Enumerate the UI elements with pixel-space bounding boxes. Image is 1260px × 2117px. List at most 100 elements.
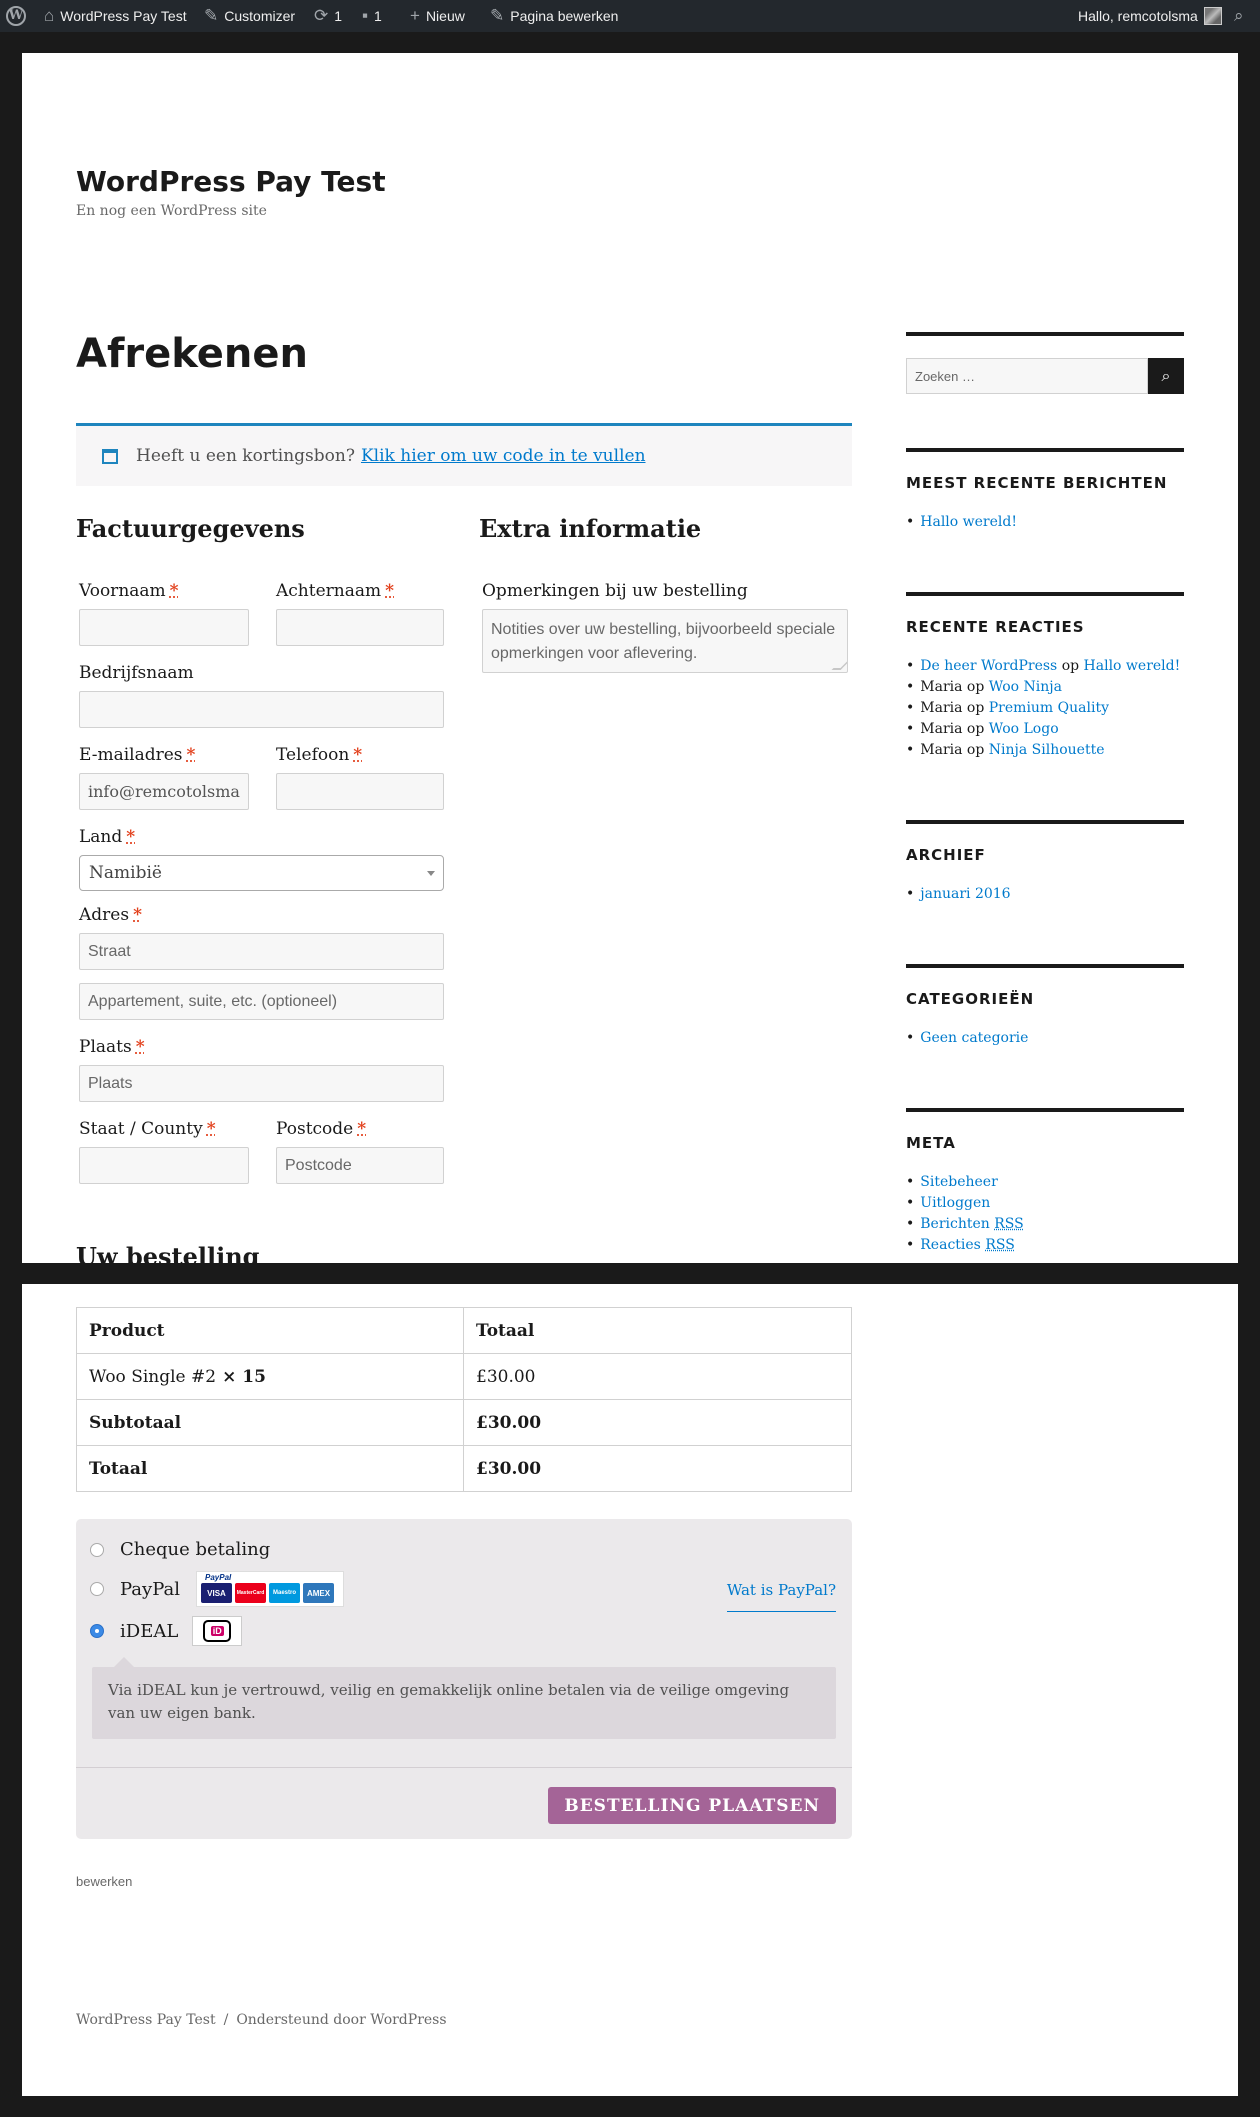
widget-title: META: [906, 1134, 956, 1152]
radio-paypal[interactable]: [90, 1582, 104, 1596]
email-field[interactable]: info@remcotolsma: [79, 773, 249, 810]
payment-methods: Cheque betaling PayPal PayPal VISA Maste…: [76, 1519, 852, 1839]
first-name-input[interactable]: [79, 609, 249, 646]
radio-cheque[interactable]: [90, 1542, 104, 1557]
country-label: Land *: [79, 827, 136, 847]
last-name-label: Achternaam *: [276, 581, 394, 601]
meta-link-comments-rss[interactable]: Reacties RSS: [920, 1237, 1015, 1253]
state-label: Staat / County *: [79, 1119, 216, 1139]
widget-title: RECENTE REACTIES: [906, 618, 1085, 636]
widget-title: MEEST RECENTE BERICHTEN: [906, 474, 1168, 492]
admin-bar: W ⌂ WordPress Pay Test ✎ Customizer ⟳ 1 …: [0, 0, 1260, 32]
table-row: Totaal £30.00: [76, 1445, 852, 1492]
meta-link-uitloggen[interactable]: Uitloggen: [920, 1195, 990, 1211]
admin-bar-updates[interactable]: ⟳ 1: [314, 0, 342, 32]
updates-icon: ⟳: [314, 6, 329, 25]
postcode-input[interactable]: Postcode: [276, 1147, 444, 1184]
list-item: Hallo wereld!: [906, 512, 1184, 533]
recent-comments-widget: RECENTE REACTIES De heer WordPress op Ha…: [906, 592, 1184, 761]
table-row: Woo Single #2 × 15 £30.00: [76, 1353, 852, 1400]
chevron-down-icon: [427, 871, 435, 876]
company-label: Bedrijfsnaam: [79, 663, 194, 683]
company-input[interactable]: [79, 691, 444, 728]
coupon-text: Heeft u een kortingsbon?: [136, 446, 355, 466]
paintbrush-icon: ✎: [204, 6, 219, 25]
comment-post-link[interactable]: Ninja Silhouette: [989, 742, 1105, 758]
extra-info-heading: Extra informatie: [479, 514, 702, 543]
wordpress-logo-menu[interactable]: W: [6, 0, 26, 32]
order-review-table: Product Totaal Woo Single #2 × 15 £30.00 …: [76, 1307, 852, 1492]
phone-label: Telefoon *: [276, 745, 363, 765]
page-panel-bottom: Product Totaal Woo Single #2 × 15 £30.00 …: [22, 1284, 1238, 2096]
email-label: E-mailadres *: [79, 745, 196, 765]
address-1-input[interactable]: Straat: [79, 933, 444, 970]
list-item: Uitloggen: [906, 1193, 1184, 1214]
wordpress-icon: W: [6, 6, 26, 26]
admin-bar-customizer[interactable]: ✎ Customizer: [204, 0, 295, 32]
site-title[interactable]: WordPress Pay Test: [76, 165, 386, 198]
column-header-total: Totaal: [463, 1307, 852, 1354]
meta-link-sitebeheer[interactable]: Sitebeheer: [920, 1174, 998, 1190]
comment-post-link[interactable]: Woo Ninja: [989, 679, 1062, 695]
search-input[interactable]: Zoeken …: [906, 358, 1148, 394]
list-item: Reacties RSS: [906, 1235, 1184, 1256]
footer-site-link[interactable]: WordPress Pay Test: [76, 2012, 216, 2028]
comment-post-link[interactable]: Hallo wereld!: [1084, 658, 1181, 674]
admin-bar-new[interactable]: + Nieuw: [410, 0, 465, 32]
coupon-link[interactable]: Klik hier om uw code in te vullen: [361, 446, 646, 466]
list-item: Maria op Ninja Silhouette: [906, 740, 1184, 761]
payment-option-cheque[interactable]: Cheque betaling: [90, 1539, 270, 1560]
comment-author-link[interactable]: De heer WordPress: [920, 658, 1057, 674]
footer-powered-link[interactable]: Ondersteund door WordPress: [236, 2012, 446, 2028]
comment-icon: ▪: [362, 6, 369, 25]
order-notes-textarea[interactable]: Notities over uw bestelling, bijvoorbeel…: [482, 609, 848, 673]
search-widget: [906, 332, 1184, 336]
recent-post-link[interactable]: Hallo wereld!: [920, 514, 1017, 530]
meta-link-posts-rss[interactable]: Berichten RSS: [920, 1216, 1023, 1232]
categories-widget: CATEGORIEËN Geen categorie: [906, 964, 1184, 1049]
search-form: Zoeken … ⌕: [906, 358, 1184, 394]
country-select[interactable]: Namibië: [79, 855, 444, 891]
total-value: £30.00: [463, 1445, 852, 1492]
comment-post-link[interactable]: Premium Quality: [989, 700, 1109, 716]
list-item: januari 2016: [906, 884, 1184, 905]
admin-bar-site-name[interactable]: ⌂ WordPress Pay Test: [44, 0, 187, 32]
plus-icon: +: [410, 6, 420, 25]
admin-bar-comments[interactable]: ▪ 1: [362, 0, 382, 32]
billing-heading: Factuurgegevens: [76, 514, 305, 543]
widget-title: CATEGORIEËN: [906, 990, 1035, 1008]
line-total-cell: £30.00: [463, 1353, 852, 1400]
meta-widget: META Sitebeheer Uitloggen Berichten RSS …: [906, 1108, 1184, 1256]
order-heading: Uw bestelling: [76, 1242, 260, 1263]
recent-posts-widget: MEEST RECENTE BERICHTEN Hallo wereld!: [906, 448, 1184, 533]
search-icon: ⌕: [1234, 6, 1244, 25]
resize-handle-icon[interactable]: [831, 661, 847, 670]
radio-ideal[interactable]: [90, 1624, 104, 1638]
list-item: Maria op Premium Quality: [906, 698, 1184, 719]
list-item: Sitebeheer: [906, 1172, 1184, 1193]
calendar-icon: [102, 448, 118, 464]
paypal-cards-icon: PayPal VISA MasterCard Maestro AMEX: [196, 1571, 344, 1607]
address-2-input[interactable]: Appartement, suite, etc. (optioneel): [79, 983, 444, 1020]
payment-option-ideal[interactable]: iDEAL iD: [90, 1616, 243, 1646]
admin-bar-account[interactable]: Hallo, remcotolsma: [1078, 0, 1222, 32]
what-is-paypal-link[interactable]: Wat is PayPal?: [726, 1581, 836, 1612]
category-link[interactable]: Geen categorie: [920, 1030, 1028, 1046]
edit-link[interactable]: bewerken: [76, 1874, 132, 1889]
admin-bar-search[interactable]: ⌕: [1234, 0, 1244, 32]
archive-link[interactable]: januari 2016: [920, 886, 1010, 902]
ideal-logo-icon: iD: [192, 1616, 243, 1646]
city-input[interactable]: Plaats: [79, 1065, 444, 1102]
state-input[interactable]: [79, 1147, 249, 1184]
place-order-button[interactable]: BESTELLING PLAATSEN: [548, 1787, 836, 1824]
payment-option-paypal[interactable]: PayPal PayPal VISA MasterCard Maestro AM…: [90, 1571, 344, 1607]
address-label: Adres *: [79, 905, 142, 925]
admin-bar-edit-page[interactable]: ✎ Pagina bewerken: [490, 0, 618, 32]
search-button[interactable]: ⌕: [1148, 358, 1184, 394]
home-icon: ⌂: [44, 6, 55, 25]
total-label: Totaal: [76, 1445, 464, 1492]
comment-post-link[interactable]: Woo Logo: [989, 721, 1059, 737]
last-name-input[interactable]: [276, 609, 444, 646]
phone-input[interactable]: [276, 773, 444, 810]
divider: [76, 1767, 852, 1768]
